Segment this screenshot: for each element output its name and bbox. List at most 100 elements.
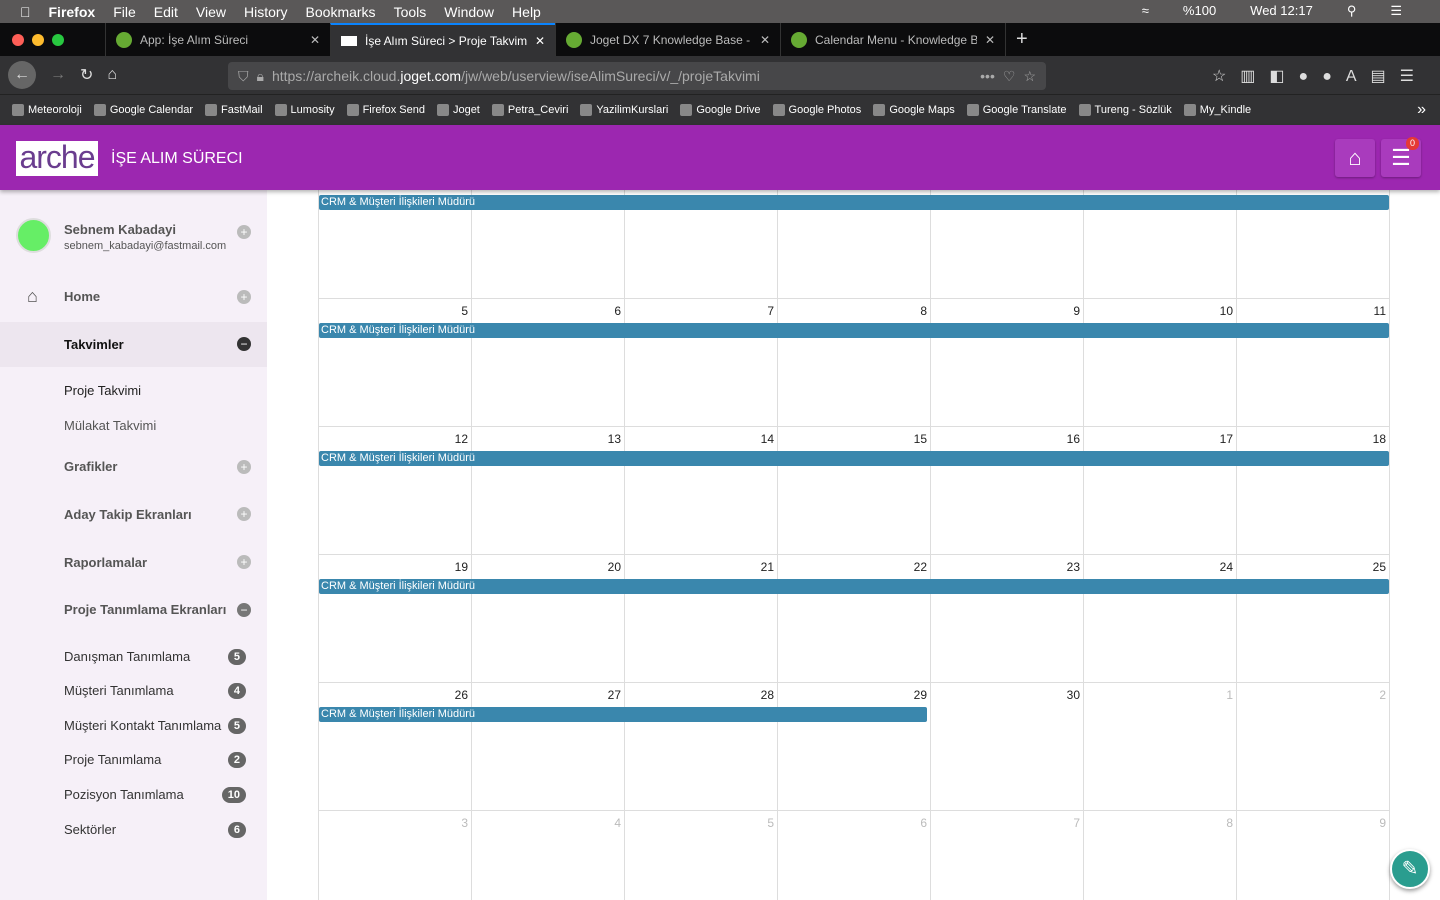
day-number[interactable]: 5 [624,816,774,830]
day-number[interactable]: 20 [471,560,621,574]
bookmarks-overflow-icon[interactable]: » [1417,101,1426,119]
day-number[interactable]: 23 [930,560,1080,574]
day-number[interactable]: 26 [318,688,468,702]
day-number[interactable]: 29 [777,688,927,702]
day-number[interactable]: 19 [318,560,468,574]
day-number[interactable]: 14 [624,432,774,446]
url-bar[interactable]: ⛉ 🔒︎ https://archeik.cloud.joget.com/jw/w… [228,62,1046,90]
day-number[interactable]: 27 [471,688,621,702]
battery-text[interactable]: %100 [1183,3,1216,19]
menu-history[interactable]: History [244,4,288,20]
zoom-window-button[interactable] [52,33,64,46]
close-icon[interactable]: ✕ [760,33,770,47]
day-number[interactable]: 8 [1083,816,1233,830]
calendar-event[interactable]: CRM & Müşteri İlişkileri Müdürü [319,195,1389,210]
new-tab-button[interactable]: + [1005,23,1045,56]
day-number[interactable]: 17 [1083,432,1233,446]
day-number[interactable]: 6 [777,816,927,830]
menu-bookmarks[interactable]: Bookmarks [306,4,376,20]
menu-tools[interactable]: Tools [394,4,427,20]
expand-icon[interactable]: + [237,555,251,569]
day-number[interactable]: 1 [1083,688,1233,702]
bookmark-item[interactable]: Meteoroloji [12,104,82,116]
expand-icon[interactable]: + [237,507,251,521]
back-icon[interactable]: ← [8,61,36,89]
menu-help[interactable]: Help [512,4,541,20]
day-number[interactable]: 4 [471,816,621,830]
toolbar-icons[interactable]: ☆▥◧●●A▤☰ [1212,66,1428,86]
day-number[interactable]: 10 [1083,304,1233,318]
menu-edit[interactable]: Edit [154,4,178,20]
day-number[interactable]: 7 [930,816,1080,830]
day-number[interactable]: 22 [777,560,927,574]
search-icon[interactable]: ⚲ [1347,3,1357,19]
minimize-window-button[interactable] [32,33,44,46]
day-number[interactable]: 25 [1236,560,1386,574]
forward-icon[interactable]: → [50,66,66,84]
day-number[interactable]: 15 [777,432,927,446]
calendar-event[interactable]: CRM & Müşteri İlişkileri Müdürü [319,579,1389,594]
tab-proje-takvimi[interactable]: İşe Alım Süreci > Proje Takvimi ✕ [330,23,555,56]
bookmark-item[interactable]: Google Translate [966,104,1067,116]
app-title[interactable]: İŞE ALIM SÜRECI [111,150,243,168]
collapse-icon[interactable]: − [237,603,251,617]
day-number[interactable]: 7 [624,304,774,318]
day-number[interactable]: 9 [1236,816,1386,830]
close-icon[interactable]: ✕ [985,33,995,47]
close-window-button[interactable] [12,33,24,46]
home-icon[interactable]: ⌂ [107,66,117,84]
day-number[interactable]: 9 [930,304,1080,318]
bookmark-item[interactable]: YazilimKurslari [580,104,668,116]
tab-calendar-menu[interactable]: Calendar Menu - Knowledge Ba ✕ [780,23,1005,56]
bookmark-item[interactable]: Tureng - Sözlük [1078,104,1172,116]
day-number[interactable]: 30 [930,688,1080,702]
pocket-icon[interactable]: ♡ [1003,68,1016,85]
calendar-event[interactable]: CRM & Müşteri İlişkileri Müdürü [319,323,1389,338]
day-number[interactable]: 11 [1236,304,1386,318]
day-number[interactable]: 18 [1236,432,1386,446]
day-number[interactable]: 12 [318,432,468,446]
close-icon[interactable]: ✕ [310,33,320,47]
bookmark-item[interactable]: Joget [436,104,480,116]
bookmark-item[interactable]: Lumosity [274,104,335,116]
apple-icon[interactable]:  [20,4,31,20]
bookmark-item[interactable]: My_Kindle [1183,104,1251,116]
day-number[interactable]: 28 [624,688,774,702]
shield-icon[interactable]: ⛉ [238,68,249,85]
day-number[interactable]: 21 [624,560,774,574]
day-number[interactable]: 6 [471,304,621,318]
menu-file[interactable]: File [113,4,136,20]
expand-icon[interactable]: + [237,460,251,474]
expand-icon[interactable]: + [237,290,251,304]
clock[interactable]: Wed 12:17 [1250,3,1313,19]
expand-icon[interactable]: + [237,225,251,239]
list-icon[interactable]: ☰ [1390,3,1402,19]
tab-app[interactable]: App: İşe Alım Süreci ✕ [105,23,330,56]
edit-button[interactable]: ✎ [1390,849,1430,889]
bookmark-item[interactable]: Firefox Send [346,104,425,116]
day-number[interactable]: 5 [318,304,468,318]
day-number[interactable]: 13 [471,432,621,446]
star-icon[interactable]: ☆ [1023,68,1036,85]
day-number[interactable]: 24 [1083,560,1233,574]
menu-view[interactable]: View [196,4,226,20]
menu-window[interactable]: Window [444,4,494,20]
wifi-icon[interactable]: ≈ [1142,3,1149,19]
day-number[interactable]: 8 [777,304,927,318]
day-number[interactable]: 3 [318,816,468,830]
sidebar-item-takvimler[interactable]: Takvimler [0,322,267,367]
bookmark-item[interactable]: FastMail [204,104,263,116]
home-button[interactable]: ⌂ [1335,139,1375,177]
menu-app[interactable]: Firefox [49,4,96,20]
more-icon[interactable]: ••• [980,68,995,84]
bookmark-item[interactable]: Petra_Ceviri [491,104,568,116]
calendar-event[interactable]: CRM & Müşteri İlişkileri Müdürü [319,451,1389,466]
calendar-event[interactable]: CRM & Müşteri İlişkileri Müdürü [319,707,927,722]
bookmark-item[interactable]: Google Photos [772,104,861,116]
reload-icon[interactable]: ↻ [80,65,93,85]
collapse-icon[interactable]: − [237,337,251,351]
bookmark-item[interactable]: Google Drive [680,104,761,116]
arche-logo[interactable]: arche [16,141,98,176]
day-number[interactable]: 2 [1236,688,1386,702]
day-number[interactable]: 16 [930,432,1080,446]
